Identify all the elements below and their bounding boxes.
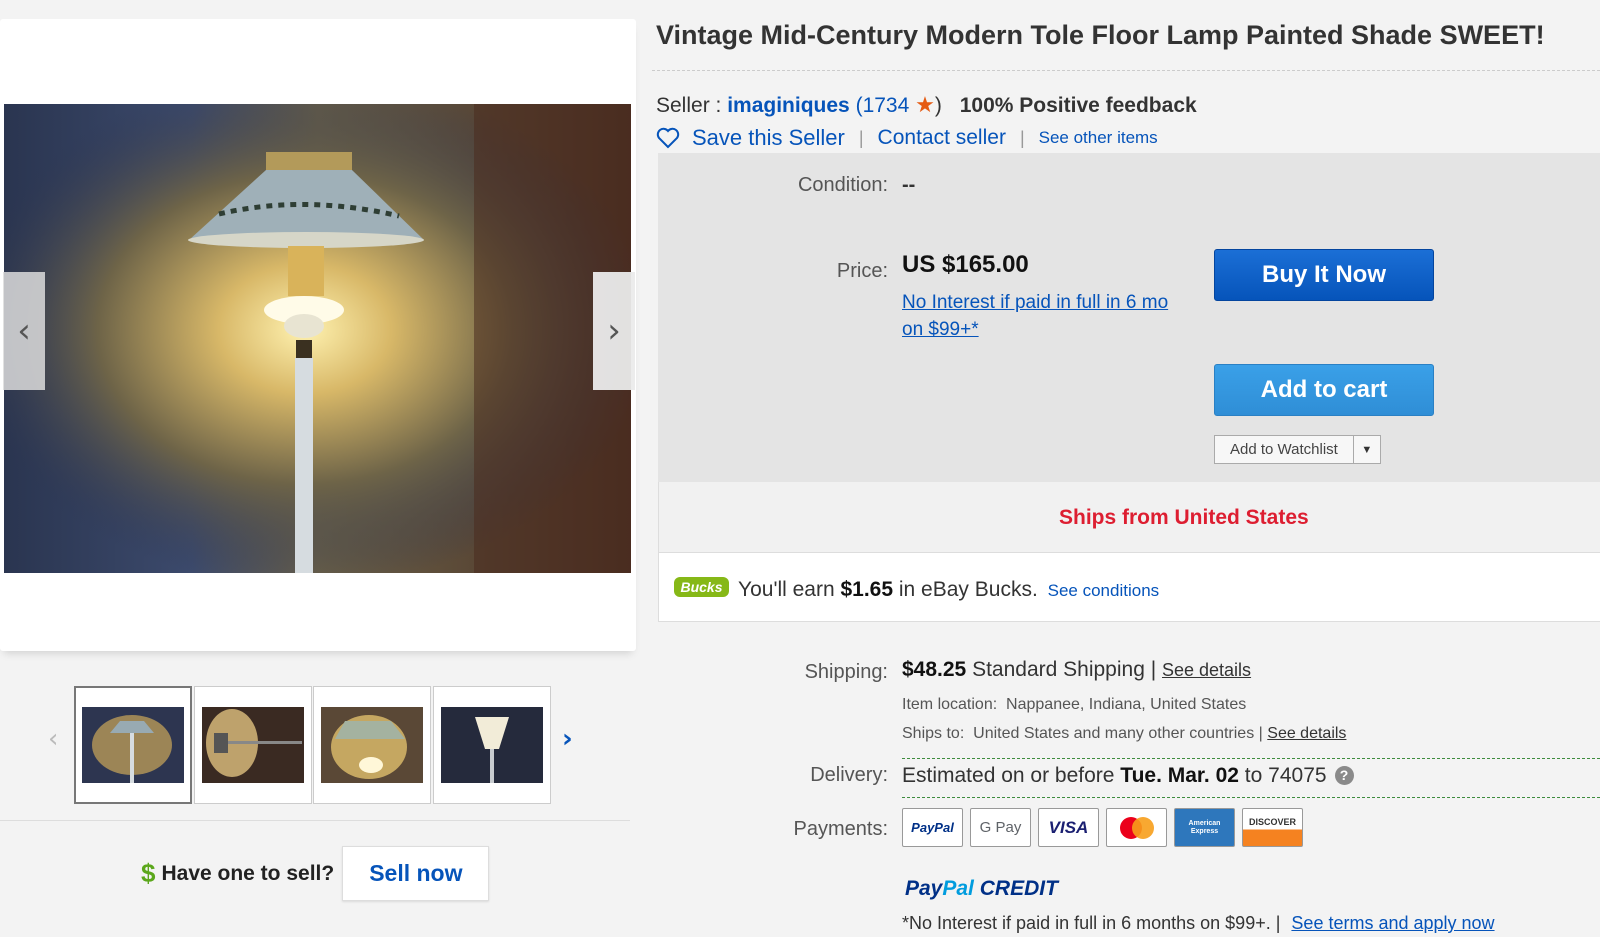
seller-score-close: ) <box>934 94 942 117</box>
add-to-cart-button[interactable]: Add to cart <box>1214 364 1434 416</box>
price-value: US $165.00 <box>902 251 1029 278</box>
thumbnail-strip: ‹ › <box>0 684 636 804</box>
bucks-post: in eBay Bucks. <box>893 578 1038 601</box>
delivery-pre: Estimated on or before <box>902 764 1121 787</box>
next-image-button[interactable]: › <box>593 272 635 390</box>
payments-label: Payments: <box>793 818 888 840</box>
no-interest-link[interactable]: No Interest if paid in full in 6 mo on $… <box>902 289 1172 343</box>
contact-seller-link[interactable]: Contact seller <box>878 126 1006 150</box>
seller-score-link[interactable]: 1734 <box>863 94 910 117</box>
chevron-left-icon: ‹ <box>17 311 31 351</box>
star-icon: ★ <box>915 92 935 117</box>
paypal-icon: PayPal <box>902 808 963 847</box>
listing-title: Vintage Mid-Century Modern Tole Floor La… <box>656 20 1545 50</box>
see-terms-link[interactable]: See terms and apply now <box>1291 913 1494 933</box>
seller-prefix: Seller : <box>656 94 728 117</box>
google-pay-icon: G Pay <box>970 808 1031 847</box>
buy-it-now-button[interactable]: Buy It Now <box>1214 249 1434 301</box>
shipping-method: Standard Shipping | <box>966 658 1162 681</box>
add-to-watchlist-button[interactable]: Add to Watchlist <box>1215 436 1354 463</box>
separator: | <box>858 127 864 148</box>
delivery-post: to 74075 <box>1238 764 1327 787</box>
mastercard-icon <box>1106 808 1167 847</box>
location-label: Item location: <box>902 696 998 713</box>
dollar-icon: $ <box>141 858 156 888</box>
positive-feedback: 100% Positive feedback <box>959 94 1197 117</box>
condition-label: Condition: <box>797 174 888 196</box>
ships-to-details-link[interactable]: See details <box>1267 725 1346 742</box>
help-icon[interactable]: ? <box>1334 766 1354 785</box>
prev-image-button[interactable]: ‹ <box>3 272 45 390</box>
lamp-photo-illustration <box>4 104 631 573</box>
thumbnail-image <box>82 707 184 783</box>
thumbnail-4[interactable] <box>433 686 551 804</box>
delivery-date: Tue. Mar. 02 <box>1120 764 1239 787</box>
ships-to-value: United States and many other countries | <box>973 725 1263 742</box>
seller-info: Seller : imaginiques (1734 ★) 100% Posit… <box>656 92 1197 118</box>
discover-icon: DISCOVER <box>1242 808 1303 847</box>
amex-icon: American Express <box>1174 808 1235 847</box>
item-location: Item location: Nappanee, Indiana, United… <box>902 696 1246 714</box>
ships-from-text: Ships from United States <box>1059 506 1309 529</box>
delivery-label: Delivery: <box>810 764 888 786</box>
location-value: Nappanee, Indiana, United States <box>1006 696 1247 713</box>
heart-icon[interactable] <box>656 127 680 149</box>
thumbnail-image <box>321 707 423 783</box>
chevron-right-icon: › <box>607 311 621 351</box>
shipping-cost: $48.25 <box>902 658 967 681</box>
shipping-value: $48.25 Standard Shipping | See details <box>902 658 1251 682</box>
thumbnails-next-icon[interactable]: › <box>562 724 573 754</box>
thumbnail-image <box>202 707 304 783</box>
sell-question: Have one to sell? <box>161 861 335 885</box>
thumbnails-prev-icon[interactable]: ‹ <box>48 724 58 754</box>
delivery-estimate: Estimated on or before Tue. Mar. 02 to 7… <box>902 764 1354 788</box>
see-other-items-link[interactable]: See other items <box>1039 128 1158 148</box>
fine-print-text: *No Interest if paid in full in 6 months… <box>902 913 1281 933</box>
ships-to: Ships to: United States and many other c… <box>902 725 1346 743</box>
sell-now-button[interactable]: Sell now <box>342 846 490 901</box>
ebay-bucks-text: You'll earn $1.65 in eBay Bucks. See con… <box>738 578 1159 602</box>
seller-username-link[interactable]: imaginiques <box>727 94 850 117</box>
watchlist-control: Add to Watchlist ▼ <box>1214 435 1381 464</box>
paypal-credit-logo: PayPal CREDIT <box>905 877 1058 900</box>
price-label: Price: <box>836 260 888 282</box>
ebay-bucks-logo: Bucks <box>674 577 729 597</box>
bucks-amount: $1.65 <box>840 578 894 601</box>
image-card: ‹ › <box>0 19 636 651</box>
thumbnail-1[interactable] <box>74 686 192 804</box>
visa-icon: VISA <box>1038 808 1099 847</box>
divider <box>652 70 1600 71</box>
thumbnail-2[interactable] <box>194 686 312 804</box>
separator: | <box>1019 127 1025 148</box>
shipping-details-link[interactable]: See details <box>1162 660 1251 680</box>
ships-to-label: Ships to: <box>902 725 965 742</box>
caret-down-icon[interactable]: ▼ <box>1354 436 1380 463</box>
seller-score-open: ( <box>855 94 863 117</box>
shipping-label: Shipping: <box>804 661 888 683</box>
thumbnail-image <box>441 707 543 783</box>
payment-methods: PayPal G Pay VISA American Express DISCO… <box>902 808 1310 847</box>
thumbnail-3[interactable] <box>313 686 431 804</box>
see-conditions-link[interactable]: See conditions <box>1048 581 1160 600</box>
save-seller-link[interactable]: Save this Seller <box>692 125 845 151</box>
main-product-photo[interactable] <box>4 104 631 573</box>
seller-links: Save this Seller | Contact seller | See … <box>656 125 1158 151</box>
bucks-pre: You'll earn <box>738 578 841 601</box>
sell-one-row: $ Have one to sell? Sell now <box>141 846 490 901</box>
divider <box>0 820 630 821</box>
condition-value: -- <box>902 174 916 196</box>
paypal-fine-print: *No Interest if paid in full in 6 months… <box>902 913 1495 934</box>
